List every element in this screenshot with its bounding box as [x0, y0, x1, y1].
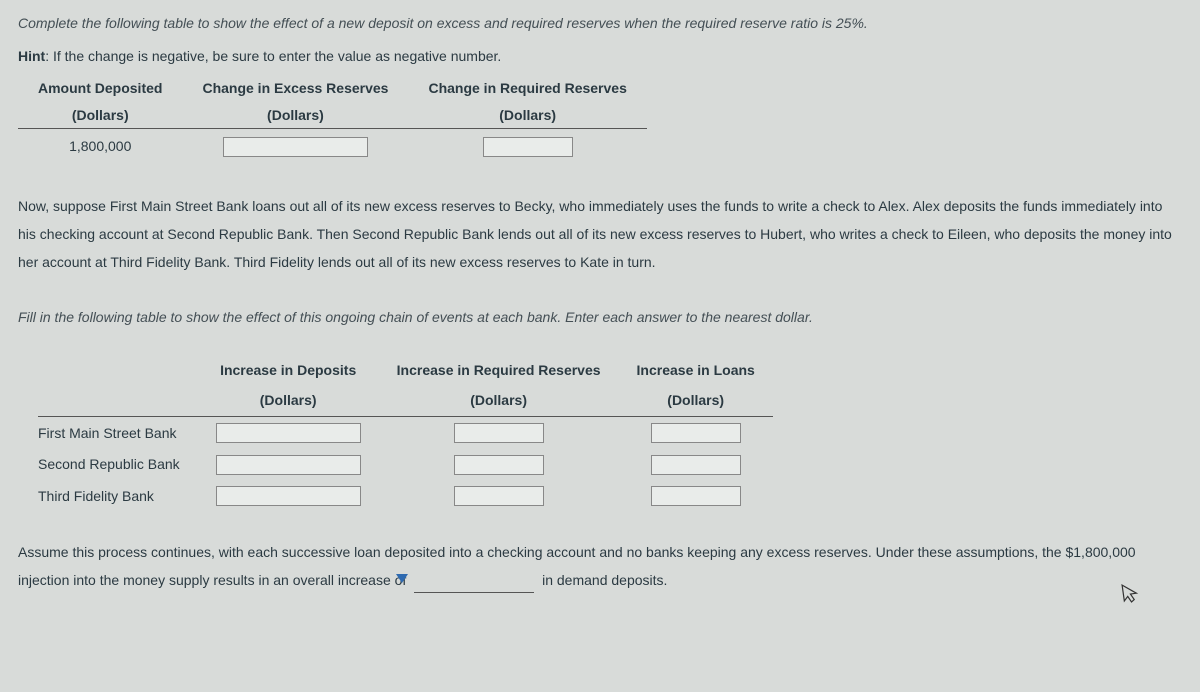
- col-required-header: Change in Required Reserves: [408, 75, 646, 102]
- hint-text: : If the change is negative, be sure to …: [45, 48, 501, 64]
- scenario-paragraph: Now, suppose First Main Street Bank loan…: [18, 192, 1182, 276]
- bank3-loans-input[interactable]: [651, 486, 741, 506]
- col-excess-unit: (Dollars): [182, 102, 408, 129]
- required-reserves-input[interactable]: [483, 137, 573, 157]
- col-loans-unit: (Dollars): [619, 385, 773, 416]
- bank3-deposits-input[interactable]: [216, 486, 361, 506]
- bank1-deposits-input[interactable]: [216, 423, 361, 443]
- dropdown-arrow-icon[interactable]: [396, 574, 408, 583]
- col-required-unit: (Dollars): [408, 102, 646, 129]
- col-excess-header: Change in Excess Reserves: [182, 75, 408, 102]
- col-amount-header: Amount Deposited: [18, 75, 182, 102]
- bank3-required-input[interactable]: [454, 486, 544, 506]
- bank1-loans-input[interactable]: [651, 423, 741, 443]
- instruction-text: Complete the following table to show the…: [18, 10, 1182, 37]
- bank-row-label: Third Fidelity Bank: [38, 480, 198, 512]
- excess-reserves-input[interactable]: [223, 137, 368, 157]
- bank2-required-input[interactable]: [454, 455, 544, 475]
- col-loans-header: Increase in Loans: [619, 355, 773, 386]
- bank-row-label: Second Republic Bank: [38, 448, 198, 480]
- reserves-table: Amount Deposited Change in Excess Reserv…: [18, 75, 647, 164]
- amount-deposited-value: 1,800,000: [18, 129, 182, 164]
- table2-instruction: Fill in the following table to show the …: [18, 304, 1182, 331]
- bank2-deposits-input[interactable]: [216, 455, 361, 475]
- final-text-part2: in demand deposits.: [538, 572, 667, 588]
- col-deposits-unit: (Dollars): [198, 385, 379, 416]
- chain-events-table: Increase in Deposits Increase in Require…: [38, 355, 773, 512]
- bank2-loans-input[interactable]: [651, 455, 741, 475]
- bank-row-label: First Main Street Bank: [38, 416, 198, 448]
- col-deposits-header: Increase in Deposits: [198, 355, 379, 386]
- hint-line: Hint: If the change is negative, be sure…: [18, 43, 1182, 70]
- hint-label: Hint: [18, 48, 45, 64]
- col-reqres-unit: (Dollars): [379, 385, 619, 416]
- col-reqres-header: Increase in Required Reserves: [379, 355, 619, 386]
- bank1-required-input[interactable]: [454, 423, 544, 443]
- col-amount-unit: (Dollars): [18, 102, 182, 129]
- final-paragraph: Assume this process continues, with each…: [18, 538, 1182, 596]
- dropdown-blank[interactable]: [414, 564, 534, 593]
